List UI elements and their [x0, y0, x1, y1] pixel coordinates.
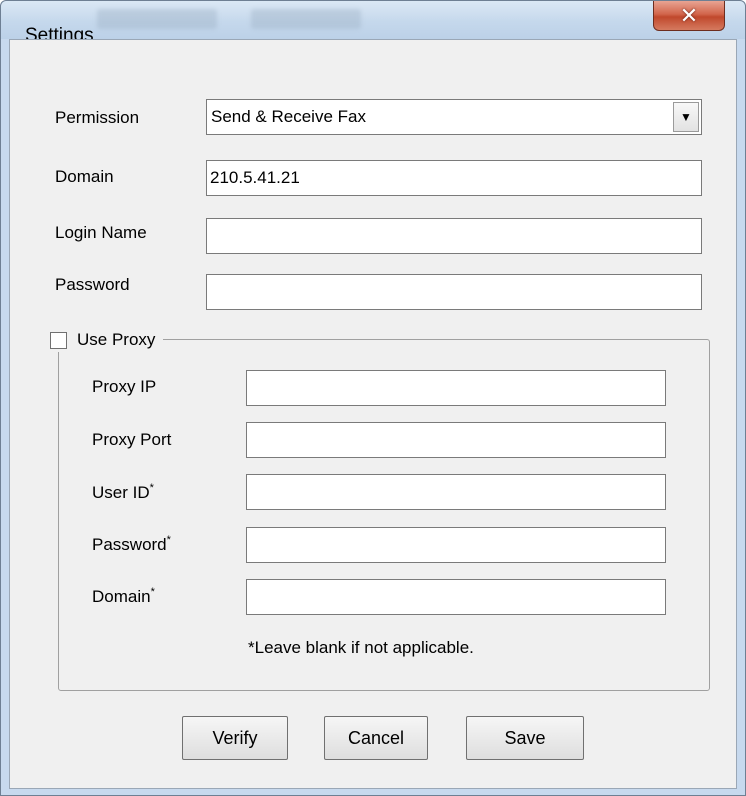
- proxy-ip-input[interactable]: [246, 370, 666, 406]
- settings-dialog: Settings ✕ Permission Send & Receive Fax…: [0, 0, 746, 796]
- required-mark: *: [166, 534, 171, 546]
- verify-button[interactable]: Verify: [182, 716, 288, 760]
- domain-label: Domain: [55, 167, 114, 186]
- use-proxy-toggle[interactable]: Use Proxy: [50, 328, 164, 352]
- proxy-note: *Leave blank if not applicable.: [248, 638, 474, 657]
- user-id-label: User ID*: [92, 482, 154, 502]
- save-button[interactable]: Save: [466, 716, 584, 760]
- login-name-label: Login Name: [55, 223, 147, 242]
- dialog-body: Permission Send & Receive Fax ▼ Domain L…: [9, 39, 737, 789]
- permission-selected-value: Send & Receive Fax: [211, 107, 366, 126]
- background-blur: [97, 9, 217, 29]
- password-input[interactable]: [206, 274, 702, 310]
- permission-select[interactable]: Send & Receive Fax ▼: [206, 99, 702, 135]
- close-button[interactable]: ✕: [653, 1, 725, 31]
- proxy-domain-input[interactable]: [246, 579, 666, 615]
- proxy-port-label: Proxy Port: [92, 430, 172, 449]
- cancel-button[interactable]: Cancel: [324, 716, 428, 760]
- background-blur: [251, 9, 361, 29]
- login-name-input[interactable]: [206, 218, 702, 254]
- title-bar[interactable]: Settings ✕: [1, 1, 745, 46]
- dropdown-arrow-icon[interactable]: ▼: [673, 102, 699, 132]
- required-mark: *: [149, 482, 154, 494]
- proxy-port-input[interactable]: [246, 422, 666, 458]
- permission-label: Permission: [55, 108, 140, 127]
- password-label: Password: [55, 275, 130, 294]
- close-icon: ✕: [679, 2, 699, 28]
- proxy-domain-label: Domain*: [92, 586, 155, 606]
- domain-input[interactable]: [206, 160, 702, 196]
- proxy-password-input[interactable]: [246, 527, 666, 563]
- required-mark: *: [150, 586, 155, 598]
- use-proxy-label: Use Proxy: [77, 330, 156, 349]
- use-proxy-checkbox[interactable]: [50, 331, 67, 349]
- proxy-password-label: Password*: [92, 534, 171, 554]
- proxy-user-id-input[interactable]: [246, 474, 666, 510]
- proxy-ip-label: Proxy IP: [92, 377, 157, 396]
